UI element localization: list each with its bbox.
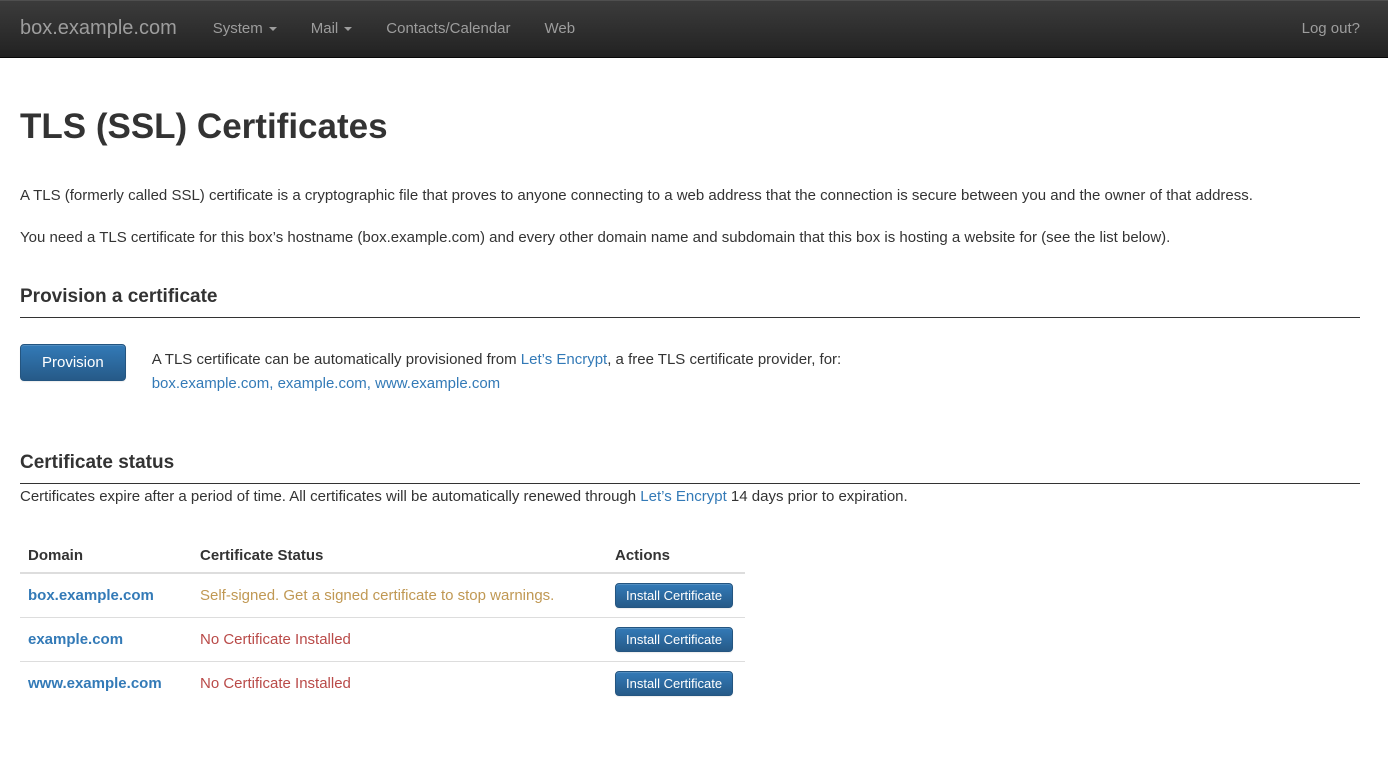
lets-encrypt-link[interactable]: Let’s Encrypt <box>640 488 726 505</box>
install-certificate-button[interactable]: Install Certificate <box>615 627 733 652</box>
column-header-actions: Actions <box>607 539 745 573</box>
logout-link[interactable]: Log out? <box>1285 1 1360 56</box>
certificate-table: Domain Certificate Status Actions box.ex… <box>20 539 745 705</box>
certificate-status-description: Certificates expire after a period of ti… <box>20 484 1360 509</box>
column-header-domain: Domain <box>20 539 192 573</box>
column-header-certificate-status: Certificate Status <box>192 539 607 573</box>
status-text: No Certificate Installed <box>192 661 607 705</box>
provision-text-after-link: , a free TLS certificate provider, for: <box>607 351 841 368</box>
domain-link-www-example-com[interactable]: www.example.com <box>28 675 162 692</box>
nav-item-web-label: Web <box>545 20 576 37</box>
page-title: TLS (SSL) Certificates <box>20 108 1360 147</box>
certificate-table-header: Domain Certificate Status Actions <box>20 539 745 573</box>
caret-down-icon <box>344 27 352 31</box>
provision-button[interactable]: Provision <box>20 344 126 381</box>
provision-domains-links[interactable]: box.example.com, example.com, www.exampl… <box>152 375 500 392</box>
top-navbar: box.example.com System Mail Contacts/Cal… <box>0 0 1388 58</box>
nav-item-mail[interactable]: Mail <box>294 1 370 56</box>
provision-section-heading: Provision a certificate <box>20 286 1360 318</box>
table-row: box.example.com Self-signed. Get a signe… <box>20 573 745 618</box>
status-text: No Certificate Installed <box>192 617 607 661</box>
navbar-menu: System Mail Contacts/Calendar Web <box>196 1 592 56</box>
navbar-right: Log out? <box>1285 1 1360 56</box>
provision-description-line1: A TLS certificate can be automatically p… <box>152 348 842 372</box>
nav-item-system[interactable]: System <box>196 1 294 56</box>
nav-item-contacts-calendar-label: Contacts/Calendar <box>386 20 510 37</box>
provision-domains-line: box.example.com, example.com, www.exampl… <box>152 372 842 396</box>
status-text-after-link: 14 days prior to expiration. <box>727 488 908 505</box>
install-certificate-button[interactable]: Install Certificate <box>615 583 733 608</box>
status-text-before-link: Certificates expire after a period of ti… <box>20 488 640 505</box>
provision-text-before-link: A TLS certificate can be automatically p… <box>152 351 521 368</box>
certificate-status-heading: Certificate status <box>20 452 1360 484</box>
table-row: www.example.com No Certificate Installed… <box>20 661 745 705</box>
provision-description: A TLS certificate can be automatically p… <box>152 344 842 396</box>
table-row: example.com No Certificate Installed Ins… <box>20 617 745 661</box>
status-text: Self-signed. Get a signed certificate to… <box>192 573 607 618</box>
nav-item-mail-label: Mail <box>311 20 339 37</box>
nav-item-web[interactable]: Web <box>528 1 593 56</box>
intro-paragraph-2: You need a TLS certificate for this box’… <box>20 225 1360 250</box>
install-certificate-button[interactable]: Install Certificate <box>615 671 733 696</box>
intro-paragraph-1: A TLS (formerly called SSL) certificate … <box>20 183 1360 208</box>
lets-encrypt-link[interactable]: Let’s Encrypt <box>521 351 607 368</box>
nav-item-contacts-calendar[interactable]: Contacts/Calendar <box>369 1 527 56</box>
navbar-brand[interactable]: box.example.com <box>20 17 177 40</box>
nav-item-system-label: System <box>213 20 263 37</box>
caret-down-icon <box>269 27 277 31</box>
main-content: TLS (SSL) Certificates A TLS (formerly c… <box>0 108 1388 705</box>
domain-link-box-example-com[interactable]: box.example.com <box>28 587 154 604</box>
domain-link-example-com[interactable]: example.com <box>28 631 123 648</box>
provision-row: Provision A TLS certificate can be autom… <box>20 344 1360 396</box>
